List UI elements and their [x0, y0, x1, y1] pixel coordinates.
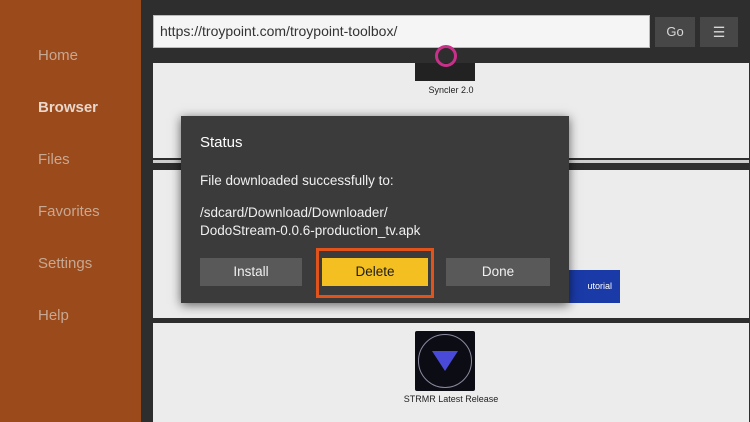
- go-button[interactable]: Go: [655, 17, 695, 47]
- sidebar-item-help[interactable]: Help: [38, 307, 69, 324]
- strmr-caption: STRMR Latest Release: [403, 394, 499, 404]
- sidebar-item-favorites[interactable]: Favorites: [38, 203, 100, 220]
- url-input[interactable]: https://troypoint.com/troypoint-toolbox/: [153, 15, 650, 48]
- strmr-triangle-icon: [432, 351, 458, 371]
- menu-icon[interactable]: ☰: [700, 17, 738, 47]
- sidebar-item-home[interactable]: Home: [38, 47, 78, 64]
- syncler-caption: Syncler 2.0: [428, 85, 474, 95]
- syncler-thumbnail[interactable]: [415, 45, 475, 81]
- done-button[interactable]: Done: [446, 258, 550, 286]
- dialog-message: File downloaded successfully to:: [200, 173, 394, 188]
- install-button[interactable]: Install: [200, 258, 302, 286]
- sidebar-item-files[interactable]: Files: [38, 151, 70, 168]
- sidebar-item-browser[interactable]: Browser: [38, 99, 98, 116]
- sidebar: Home Browser Files Favorites Settings He…: [0, 0, 141, 422]
- download-path-line-1: /sdcard/Download/Downloader/: [200, 205, 388, 220]
- strmr-thumbnail[interactable]: [415, 331, 475, 391]
- download-path: /sdcard/Download/Downloader/ DodoStream-…: [200, 204, 420, 240]
- strmr-card[interactable]: STRMR Latest Release: [153, 323, 749, 422]
- delete-highlight-box: [316, 248, 434, 298]
- download-path-line-2: DodoStream-0.0.6-production_tv.apk: [200, 223, 421, 238]
- syncler-logo-icon: [435, 45, 457, 67]
- sidebar-item-settings[interactable]: Settings: [38, 255, 92, 272]
- dialog-title: Status: [200, 134, 243, 151]
